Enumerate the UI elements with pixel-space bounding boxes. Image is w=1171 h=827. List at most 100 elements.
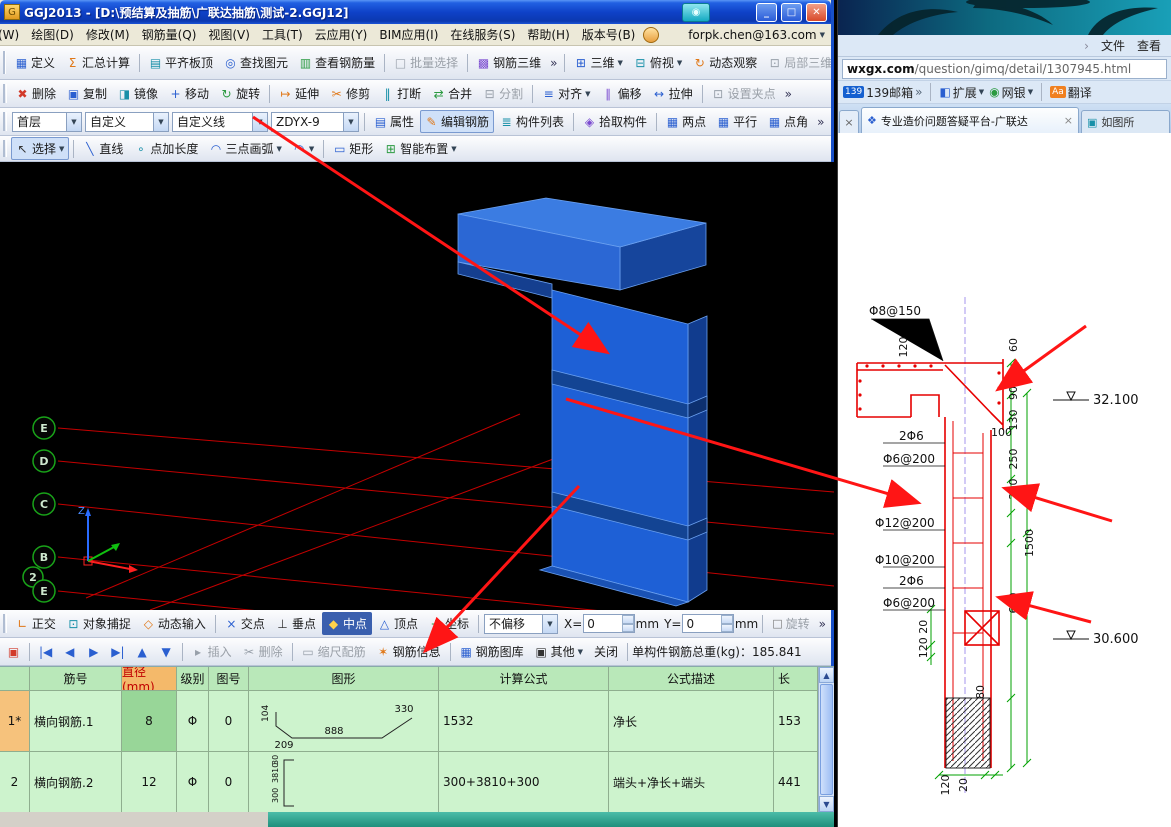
merge-button[interactable]: ⇄合并 (427, 82, 477, 105)
toolbar-grip[interactable] (3, 140, 7, 158)
view-3d-button[interactable]: ⊞三维▼ (569, 51, 627, 74)
bar-desc[interactable]: 净长 (609, 691, 774, 752)
parallel-button[interactable]: ▦平行 (712, 110, 762, 133)
last-row-button[interactable]: ▶| (106, 642, 129, 662)
y-input[interactable]: 0 (682, 614, 733, 633)
browser-menu-view[interactable]: 查看 (1137, 37, 1161, 54)
select-button[interactable]: ↖选择▼ (11, 137, 69, 160)
other-button[interactable]: ▣其他▼ (530, 640, 588, 663)
stretch-button[interactable]: ↔拉伸 (648, 82, 698, 105)
delete-button[interactable]: ✖删除 (11, 82, 61, 105)
tab-partial-left[interactable]: × (839, 110, 859, 133)
ortho-button[interactable]: ∟正交 (11, 612, 61, 635)
menu-item-w[interactable]: (W) (0, 26, 25, 44)
local-3d-button[interactable]: ⊡局部三维 (763, 51, 831, 74)
sum-calc-button[interactable]: Σ汇总计算 (61, 51, 135, 74)
menu-item-online[interactable]: 在线服务(S) (444, 24, 521, 45)
bookmark-translate[interactable]: Aa 翻译 (1050, 84, 1092, 101)
rotate-button[interactable]: ↻旋转 (215, 82, 265, 105)
bookmark-mail[interactable]: 139 139邮箱 » (843, 84, 922, 101)
header-shape[interactable]: 图形 (249, 667, 439, 691)
point-angle-button[interactable]: ▦点角 (763, 110, 813, 133)
properties-button[interactable]: ▤属性 (369, 110, 419, 133)
tab-close-icon[interactable]: × (844, 116, 853, 129)
rebar-info-button[interactable]: ✶钢筋信息 (372, 640, 446, 663)
scroll-up-icon[interactable]: ▲ (819, 667, 834, 683)
toolbar-overflow-icon[interactable]: » (782, 87, 795, 101)
menu-item-modify[interactable]: 修改(M) (80, 24, 136, 45)
title-bar[interactable]: G GGJ2013 - [D:\预结算及抽筋\广联达抽筋\测试-2.GGJ12]… (0, 0, 831, 24)
tab-next[interactable]: ▣ 如图所 (1081, 110, 1170, 133)
trim-button[interactable]: ✂修剪 (325, 82, 375, 105)
break-button[interactable]: ‖打断 (376, 82, 426, 105)
browser-page[interactable]: Φ8@150 120 60 90 130 100 250 200 1500 63… (838, 133, 1171, 827)
bookmark-bank[interactable]: ◉ 网银 ▼ (989, 84, 1033, 101)
capture-tool-button[interactable]: ◉ (682, 3, 710, 22)
panel-button[interactable]: ▣ (2, 642, 25, 662)
model-canvas[interactable]: E D C B 2 E Z (0, 162, 834, 610)
group-dropdown[interactable]: 自定义▼ (85, 112, 169, 132)
copy-button[interactable]: ▣复制 (62, 82, 112, 105)
flush-slab-button[interactable]: ▤平齐板顶 (144, 51, 218, 74)
mirror-button[interactable]: ◨镜像 (113, 82, 163, 105)
perpendicular-snap-button[interactable]: ⊥垂点 (271, 612, 321, 635)
toolbar-overflow-icon[interactable]: » (814, 115, 827, 129)
header-diameter[interactable]: 直径(mm) (122, 667, 177, 691)
scale-fit-button[interactable]: ▭缩尺配筋 (297, 640, 371, 663)
offset-button[interactable]: ∥偏移 (597, 82, 647, 105)
rect-button[interactable]: ▭矩形 (328, 137, 378, 160)
mascot-icon[interactable] (643, 27, 659, 43)
tab-close-icon[interactable]: × (1064, 114, 1073, 127)
toolbar-grip[interactable] (3, 84, 7, 103)
bar-length[interactable]: 441 (774, 752, 818, 813)
view-rebar-qty-button[interactable]: ▥查看钢筋量 (294, 51, 380, 74)
bar-formula[interactable]: 300+3810+300 (439, 752, 609, 813)
table-row[interactable]: 2 横向钢筋.2 12 Φ 0 300 3810 300 300+3810+30… (0, 752, 818, 813)
find-element-button[interactable]: ◎查找图元 (219, 51, 293, 74)
bar-level[interactable]: Φ (177, 752, 209, 813)
toolbar-overflow-icon[interactable]: » (816, 617, 829, 631)
component-list-button[interactable]: ≣构件列表 (495, 110, 569, 133)
toolbar-grip[interactable] (3, 614, 7, 633)
move-up-button[interactable]: ▲ (131, 642, 154, 662)
delete-row-button[interactable]: ✂删除 (238, 640, 288, 663)
y-spinner[interactable] (721, 615, 733, 632)
menu-item-view[interactable]: 视图(V) (202, 24, 256, 45)
menu-item-tools[interactable]: 工具(T) (256, 24, 309, 45)
table-scrollbar[interactable]: ▲ ▼ (818, 667, 834, 812)
rebar-lib-button[interactable]: ▦钢筋图库 (455, 640, 529, 663)
maximize-button[interactable]: □ (781, 3, 802, 22)
bar-formula[interactable]: 1532 (439, 691, 609, 752)
point-length-button[interactable]: ∘点加长度 (129, 137, 203, 160)
bar-name[interactable]: 横向钢筋.1 (30, 691, 122, 752)
bar-length[interactable]: 153 (774, 691, 818, 752)
bar-fig-no[interactable]: 0 (209, 691, 249, 752)
toolbar-grip[interactable] (3, 51, 6, 74)
header-formula[interactable]: 计算公式 (439, 667, 609, 691)
coords-button[interactable]: +坐标 (424, 612, 474, 635)
batch-select-button[interactable]: □批量选择 (389, 51, 463, 74)
header-bar-no[interactable]: 筋号 (30, 667, 122, 691)
vertex-snap-button[interactable]: △顶点 (373, 612, 423, 635)
next-row-button[interactable]: ▶ (82, 642, 105, 662)
row-index[interactable]: 1* (0, 691, 30, 752)
header-desc[interactable]: 公式描述 (609, 667, 774, 691)
pick-component-button[interactable]: ◈拾取构件 (578, 110, 652, 133)
menu-item-draw[interactable]: 绘图(D) (25, 24, 80, 45)
midpoint-snap-button[interactable]: ◆中点 (322, 612, 372, 635)
bar-level[interactable]: Φ (177, 691, 209, 752)
dynamic-input-button[interactable]: ◇动态输入 (137, 612, 211, 635)
tab-active[interactable]: ❖ 专业造价问题答疑平台-广联达 × (861, 107, 1079, 133)
orbit-button[interactable]: ↻动态观察 (688, 51, 762, 74)
header-fig-no[interactable]: 图号 (209, 667, 249, 691)
bookmark-extensions[interactable]: ◧ 扩展 ▼ (939, 84, 984, 101)
toolbar-grip[interactable] (3, 112, 7, 131)
row-index[interactable]: 2 (0, 752, 30, 813)
line-button[interactable]: ╲直线 (78, 137, 128, 160)
align-button[interactable]: ≡对齐▼ (537, 82, 595, 105)
move-down-button[interactable]: ▼ (155, 642, 178, 662)
bar-fig-no[interactable]: 0 (209, 752, 249, 813)
rotate-toggle[interactable]: □旋转 (767, 612, 814, 635)
close-panel-button[interactable]: 关闭 (589, 640, 623, 663)
browser-menu-file[interactable]: 文件 (1101, 37, 1125, 54)
